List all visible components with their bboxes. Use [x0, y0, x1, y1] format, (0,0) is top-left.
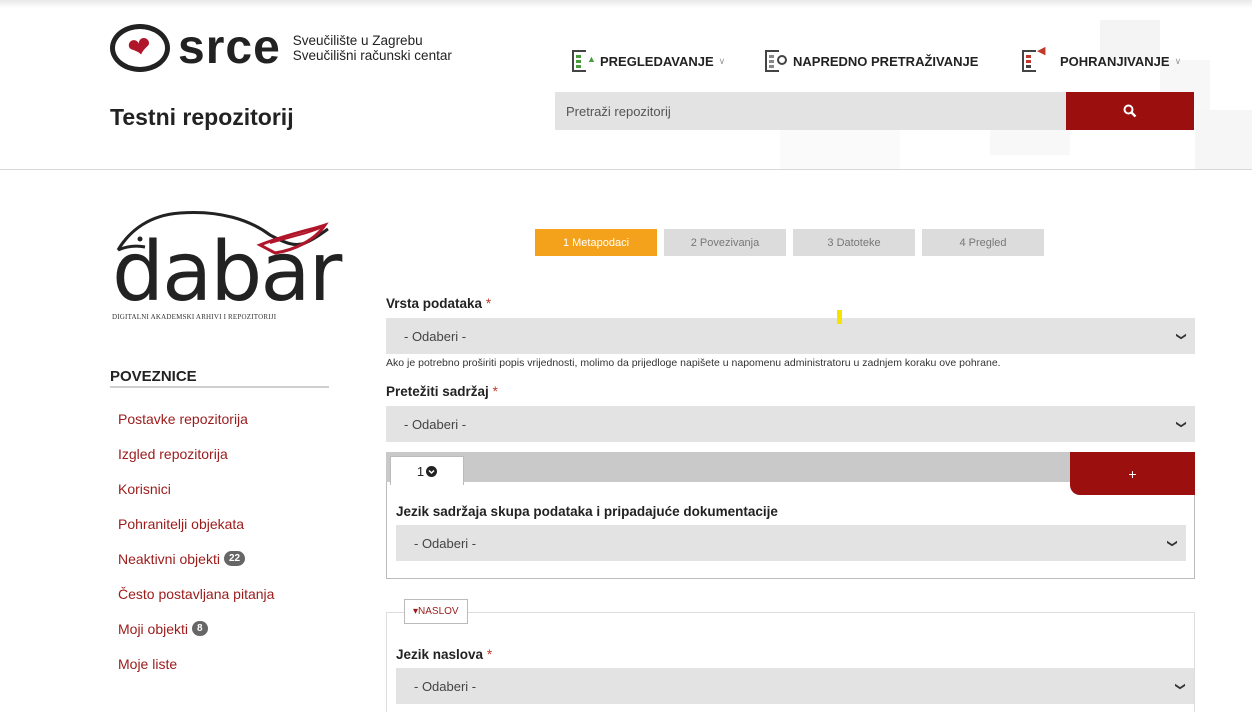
header-decoration: [1195, 110, 1252, 169]
logo-sub-line2: Sveučilišni računski centar: [292, 48, 452, 63]
nav-advanced-search-label: NAPREDNO PRETRAŽIVANJE: [793, 53, 979, 69]
link-label: Neaktivni objekti: [118, 551, 220, 567]
required-mark: *: [492, 384, 498, 399]
sidebar-link-users[interactable]: Korisnici: [118, 481, 274, 516]
required-mark: *: [486, 647, 493, 662]
link-label: Moji objekti: [118, 621, 189, 637]
logo-word: srce: [178, 21, 281, 74]
browse-icon: ▲: [572, 48, 596, 74]
label-text: Jezik naslova: [396, 647, 484, 662]
sidebar-links: Postavke repozitorija Izgled repozitorij…: [118, 411, 274, 691]
dabar-subtitle: DIGITALNI AKADEMSKI ARHIVI I REPOZITORIJ…: [112, 313, 277, 321]
select-value: - Odaberi -: [404, 328, 467, 344]
top-shadow: [0, 0, 1252, 8]
link-label: Često postavljana pitanja: [118, 586, 275, 602]
label-text: Pretežiti sadržaj: [386, 384, 489, 399]
dabar-logo[interactable]: dabar DIGITALNI AKADEMSKI ARHIVI I REPOZ…: [110, 205, 342, 325]
header-decoration: [780, 130, 900, 169]
link-label: Izgled repozitorija: [118, 446, 228, 462]
data-type-hint: Ako je potrebno proširiti popis vrijedno…: [386, 357, 1001, 369]
chevron-down-icon: ❯: [1166, 538, 1178, 548]
main-content-label: Pretežiti sadržaj *: [386, 384, 498, 399]
sidebar-link-depositors[interactable]: Pohranitelji objekata: [118, 516, 274, 551]
dabar-word: dabar: [112, 225, 342, 320]
sidebar-link-repo-appearance[interactable]: Izgled repozitorija: [118, 446, 274, 481]
logo-subtitle: Sveučilište u Zagrebu Sveučilišni računs…: [293, 33, 452, 63]
heart-logo-icon: ❤: [110, 24, 170, 72]
wizard-steps: 1 Metapodaci 2 Povezivanja 3 Datoteke 4 …: [535, 229, 1051, 256]
sidebar-divider: [110, 386, 329, 388]
step-files[interactable]: 3 Datoteke: [793, 229, 915, 256]
required-mark: *: [485, 296, 492, 311]
nav-deposit[interactable]: ◀ POHRANJIVANJE ∨: [1022, 45, 1182, 74]
nav-browse[interactable]: ▲ PREGLEDAVANJE ∨: [572, 48, 725, 74]
select-value: - Odaberi -: [414, 535, 477, 551]
nav-browse-label: PREGLEDAVANJE: [600, 53, 714, 69]
add-repeat-button[interactable]: +: [1070, 452, 1195, 495]
srce-logo[interactable]: ❤ srce Sveučilište u Zagrebu Sveučilišni…: [110, 24, 452, 72]
content-language-label: Jezik sadržaja skupa podataka i pripadaj…: [396, 504, 778, 519]
count-badge: 8: [192, 621, 208, 636]
remove-circle-icon[interactable]: [426, 465, 438, 477]
deposit-icon: ◀: [1022, 45, 1046, 74]
search-icon: [1123, 104, 1137, 118]
sidebar-link-faq[interactable]: Često postavljana pitanja: [118, 586, 274, 621]
step-metadata[interactable]: 1 Metapodaci: [535, 229, 657, 256]
title-language-select[interactable]: - Odaberi - ❯: [396, 668, 1194, 704]
chevron-down-icon: ∨: [718, 55, 726, 66]
link-label: Postavke repozitorija: [118, 411, 248, 427]
site-title[interactable]: Testni repozitorij: [110, 104, 294, 131]
chevron-down-icon: ❯: [1175, 419, 1187, 429]
link-label: Pohranitelji objekata: [118, 516, 245, 532]
sidebar-link-repo-settings[interactable]: Postavke repozitorija: [118, 411, 274, 446]
search-button[interactable]: [1066, 92, 1194, 130]
step-links[interactable]: 2 Povezivanja: [664, 229, 786, 256]
select-value: - Odaberi -: [414, 678, 477, 694]
sidebar-link-my-objects[interactable]: Moji objekti 8: [118, 621, 274, 656]
title-section-toggle[interactable]: ▾NASLOV: [404, 599, 468, 624]
main-content-select[interactable]: - Odaberi - ❯: [386, 406, 1195, 442]
count-badge: 22: [223, 551, 246, 566]
chevron-down-icon: ❯: [1175, 331, 1187, 341]
data-type-select[interactable]: - Odaberi - ❯: [386, 318, 1195, 354]
tab-label: 1: [416, 463, 425, 479]
label-text: Vrsta podataka: [386, 296, 483, 311]
chevron-down-icon: ∨: [1174, 55, 1182, 66]
chevron-down-icon: ❯: [1174, 681, 1186, 691]
nav-advanced-search[interactable]: NAPREDNO PRETRAŽIVANJE: [765, 48, 978, 74]
logo-sub-line1: Sveučilište u Zagrebu: [292, 33, 423, 48]
select-value: - Odaberi -: [404, 416, 467, 432]
highlight-marker: [837, 310, 842, 324]
step-review[interactable]: 4 Pregled: [922, 229, 1044, 256]
link-label: Moje liste: [118, 656, 178, 672]
sidebar-link-inactive-objects[interactable]: Neaktivni objekti 22: [118, 551, 274, 586]
content-language-select[interactable]: - Odaberi - ❯: [396, 525, 1186, 561]
title-language-label: Jezik naslova *: [396, 647, 492, 662]
link-label: Korisnici: [118, 481, 171, 497]
repeat-tab-1[interactable]: 1: [390, 456, 464, 485]
data-type-label: Vrsta podataka *: [386, 296, 491, 311]
nav-deposit-label: POHRANJIVANJE: [1060, 53, 1170, 69]
sidebar-title: POVEZNICE: [110, 368, 197, 385]
sidebar-link-my-lists[interactable]: Moje liste: [118, 656, 274, 691]
advanced-search-icon: [765, 48, 789, 74]
search-input[interactable]: Pretraži repozitorij: [555, 92, 1066, 130]
